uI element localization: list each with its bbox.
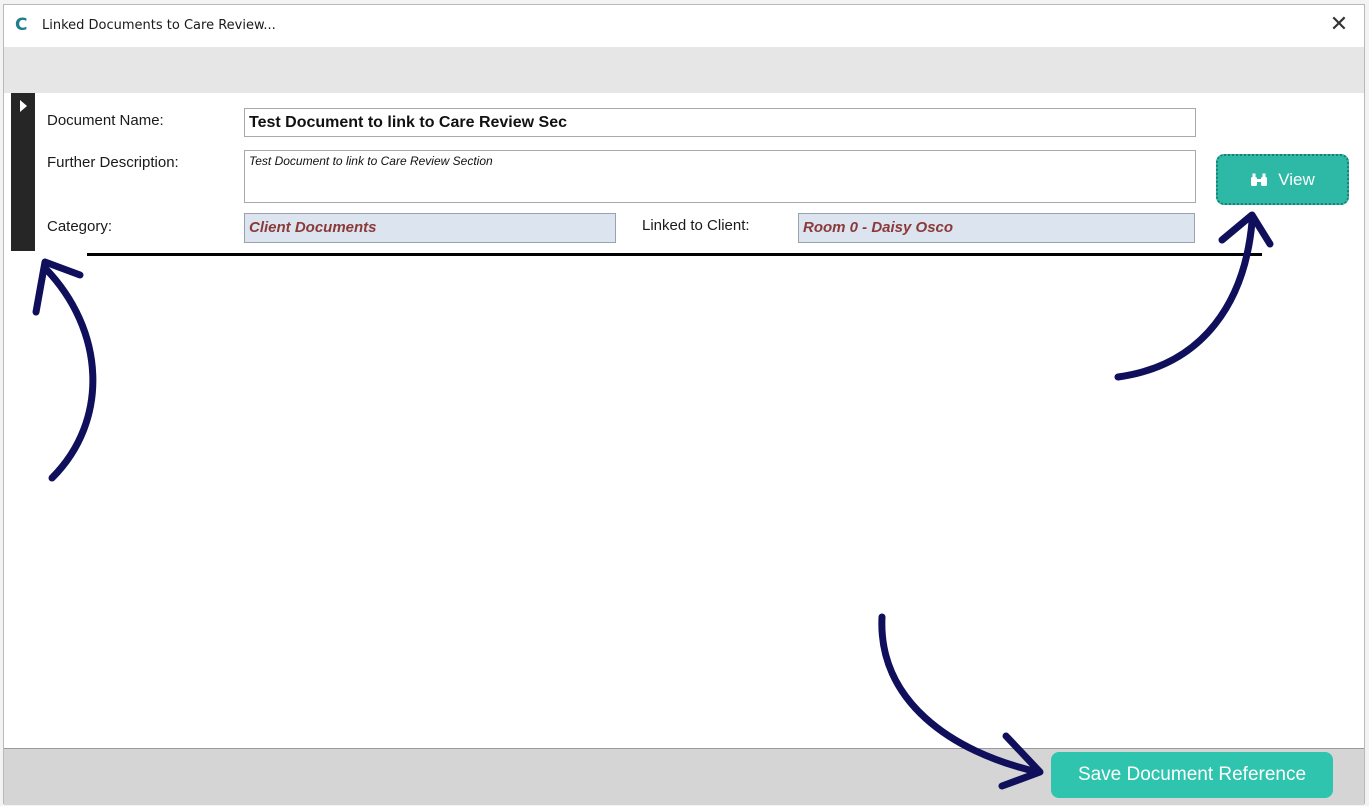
annotation-arrows xyxy=(32,211,1274,790)
annotation-arrowhead-view xyxy=(1218,211,1274,248)
annotation-arrow-record-selector xyxy=(41,264,97,482)
annotation-arrow-view xyxy=(1114,218,1256,381)
